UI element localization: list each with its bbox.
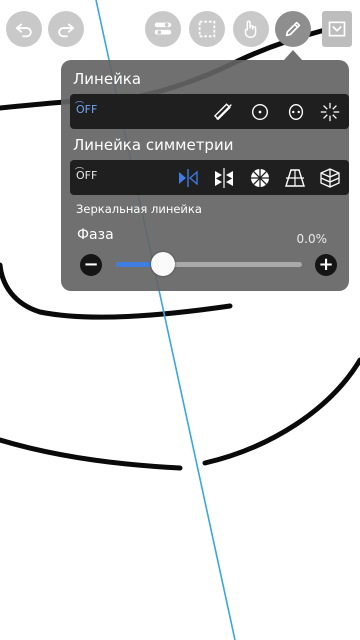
hand-icon	[244, 20, 257, 38]
redo-button[interactable]	[48, 11, 84, 47]
popover-caret	[284, 50, 302, 60]
perspective-3pt-icon[interactable]	[316, 164, 344, 192]
redo-icon	[58, 23, 75, 38]
symmetry-options-strip: ⌒ OFF	[70, 160, 349, 195]
ruler-title: Линейка	[73, 70, 142, 88]
fill-icon	[328, 21, 346, 37]
pen-button[interactable]	[275, 11, 311, 47]
phase-value: 0.0%	[296, 232, 328, 246]
mirror-ruler-label: Зеркальная линейка	[76, 202, 202, 216]
brush-stroke	[202, 357, 360, 466]
ruler-panel: Линейка ⌒ OFF Линейка симметрии ⌒ OFF Зе…	[61, 60, 349, 291]
ruler-small-icon: ⌒	[75, 102, 85, 112]
phase-increase-button[interactable]: +	[315, 254, 337, 276]
symmetry-off-button[interactable]: ⌒ OFF	[75, 168, 97, 182]
undo-icon	[15, 23, 32, 38]
ruler-options-strip: ⌒ OFF	[70, 94, 349, 129]
radial-symmetry-icon[interactable]	[246, 164, 274, 192]
selection-icon	[198, 20, 216, 38]
pen-icon	[285, 21, 301, 37]
radial-ruler-icon[interactable]	[316, 98, 344, 126]
kaleidoscope-symmetry-icon[interactable]	[210, 164, 238, 192]
line-ruler-icon[interactable]	[210, 98, 238, 126]
toggle-icon	[154, 22, 172, 35]
ellipse-ruler-icon[interactable]	[282, 98, 310, 126]
selection-button[interactable]	[189, 11, 225, 47]
hand-button[interactable]	[233, 11, 269, 47]
adjust-button[interactable]	[145, 11, 181, 47]
mirror-symmetry-icon[interactable]	[174, 164, 202, 192]
undo-button[interactable]	[6, 11, 42, 47]
fill-button[interactable]	[322, 11, 352, 47]
phase-slider-thumb[interactable]	[150, 252, 175, 276]
ruler-off-button[interactable]: ⌒ OFF	[75, 102, 97, 116]
perspective-1pt-icon[interactable]	[281, 164, 309, 192]
symmetry-small-icon: ⌒	[75, 168, 85, 178]
phase-decrease-button[interactable]: −	[80, 254, 102, 276]
symmetry-title: Линейка симметрии	[73, 136, 234, 154]
phase-label: Фаза	[77, 227, 114, 243]
circle-ruler-icon[interactable]	[246, 98, 274, 126]
brush-stroke	[0, 437, 183, 471]
